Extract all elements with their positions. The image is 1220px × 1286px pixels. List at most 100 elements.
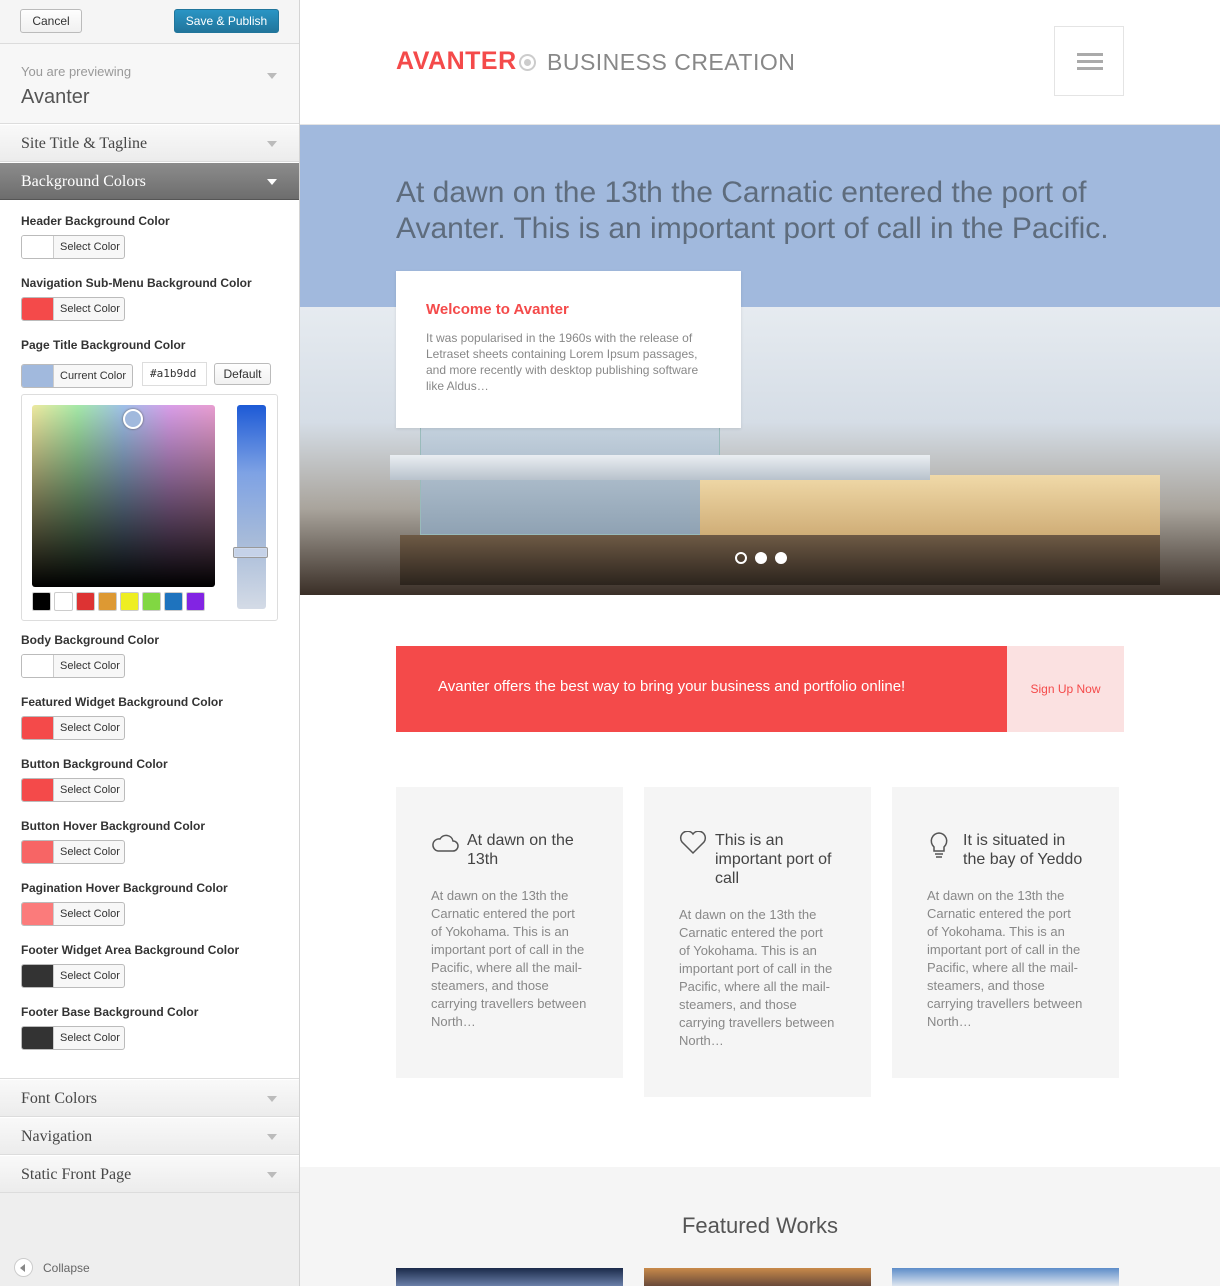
hamburger-icon [1077, 53, 1103, 56]
select-color-button[interactable]: Select Color [21, 1026, 125, 1050]
select-color-label: Select Color [60, 846, 120, 858]
footer-widget-bg-color-control: Footer Widget Area Background Color Sele… [21, 943, 239, 988]
control-label: Pagination Hover Background Color [21, 881, 228, 895]
button-bg-color-control: Button Background Color Select Color [21, 757, 168, 802]
slider-pagination [735, 552, 787, 564]
slider-dot[interactable] [735, 552, 747, 564]
body-bg-color-control: Body Background Color Select Color [21, 633, 159, 678]
lightbulb-icon [930, 832, 948, 858]
collapse-arrow-icon [14, 1258, 33, 1277]
slider-dot[interactable] [755, 552, 767, 564]
cancel-button[interactable]: Cancel [20, 9, 82, 33]
select-color-label: Select Color [60, 784, 120, 796]
hamburger-icon [1077, 67, 1103, 70]
select-color-label: Select Color [60, 908, 120, 920]
feature-text: At dawn on the 13th the Carnatic entered… [679, 907, 835, 1048]
slider-dot[interactable] [775, 552, 787, 564]
feature-title: It is situated in the bay of Yeddo [927, 831, 1084, 869]
palette-swatch[interactable] [120, 592, 139, 611]
feature-title: This is an important port of call [679, 831, 836, 888]
saturation-square[interactable] [32, 405, 215, 587]
nav-submenu-bg-color-control: Navigation Sub-Menu Background Color Sel… [21, 276, 252, 321]
work-thumbnail[interactable] [892, 1268, 1119, 1286]
cloud-icon [432, 834, 459, 852]
section-label: Site Title & Tagline [21, 135, 148, 152]
work-thumbnail[interactable] [396, 1268, 623, 1286]
hex-color-input[interactable]: #a1b9dd [142, 361, 207, 386]
site-header: AVANTER BUSINESS CREATION [300, 0, 1220, 125]
cta-text: Avanter offers the best way to bring you… [438, 678, 906, 695]
feature-title: At dawn on the 13th [431, 831, 588, 869]
save-publish-button[interactable]: Save & Publish [174, 9, 279, 33]
customizer-sidebar: Cancel Save & Publish You are previewing… [0, 0, 300, 1286]
site-logo[interactable]: AVANTER [396, 47, 517, 76]
current-color-label: Current Color [60, 370, 127, 382]
section-static-front-page[interactable]: Static Front Page [0, 1155, 299, 1193]
select-color-button[interactable]: Select Color [21, 654, 125, 678]
palette-swatch[interactable] [164, 592, 183, 611]
heart-icon [679, 831, 707, 855]
control-label: Button Hover Background Color [21, 819, 206, 833]
section-navigation[interactable]: Navigation [0, 1117, 299, 1155]
chevron-down-icon [267, 1172, 277, 1178]
palette-swatch[interactable] [32, 592, 51, 611]
pagination-hover-bg-color-control: Pagination Hover Background Color Select… [21, 881, 228, 926]
featured-works-title: Featured Works [681, 1213, 839, 1238]
color-swatch [22, 779, 54, 801]
feature-text: At dawn on the 13th the Carnatic entered… [431, 888, 587, 1029]
default-color-button[interactable]: Default [214, 362, 271, 385]
welcome-title: Welcome to Avanter [426, 301, 569, 318]
feature-text: At dawn on the 13th the Carnatic entered… [927, 888, 1083, 1029]
feature-card: It is situated in the bay of Yeddo At da… [892, 787, 1119, 1078]
color-picker-handle[interactable] [123, 409, 143, 429]
hue-slider-handle[interactable] [233, 547, 268, 558]
control-label: Footer Base Background Color [21, 1005, 199, 1019]
section-site-title[interactable]: Site Title & Tagline [0, 124, 299, 162]
select-color-button[interactable]: Select Color [21, 902, 125, 926]
work-thumbnail[interactable] [644, 1268, 871, 1286]
select-color-label: Select Color [60, 660, 120, 672]
collapse-label: Collapse [43, 1260, 90, 1275]
color-picker [21, 394, 278, 621]
control-label: Featured Widget Background Color [21, 695, 223, 709]
page-title-bg-color-control: Page Title Background Color Current Colo… [21, 338, 271, 388]
select-color-label: Select Color [60, 303, 120, 315]
collapse-button[interactable]: Collapse [14, 1258, 90, 1277]
welcome-box: Welcome to Avanter It was popularised in… [396, 271, 741, 428]
palette-swatch[interactable] [142, 592, 161, 611]
chevron-down-icon [267, 141, 277, 147]
select-color-label: Select Color [60, 241, 120, 253]
logo-divider-icon [519, 54, 536, 71]
palette-swatch[interactable] [76, 592, 95, 611]
select-color-button[interactable]: Select Color [21, 964, 125, 988]
control-label: Button Background Color [21, 757, 168, 771]
select-color-button[interactable]: Select Color [21, 297, 125, 321]
select-color-button[interactable]: Select Color [21, 716, 125, 740]
theme-name: Avanter [21, 86, 90, 108]
menu-toggle-button[interactable] [1054, 26, 1124, 96]
control-label: Page Title Background Color [21, 338, 186, 352]
button-hover-bg-color-control: Button Hover Background Color Select Col… [21, 819, 205, 864]
select-color-button[interactable]: Select Color [21, 840, 125, 864]
current-color-button[interactable]: Current Color [21, 364, 133, 388]
select-color-button[interactable]: Select Color [21, 235, 125, 259]
welcome-text: It was popularised in the 1960s with the… [426, 331, 699, 393]
palette-swatch[interactable] [54, 592, 73, 611]
chevron-down-icon [267, 1096, 277, 1102]
chevron-down-icon [267, 179, 277, 185]
hue-strip[interactable] [237, 405, 266, 609]
section-label: Font Colors [21, 1090, 98, 1107]
section-font-colors[interactable]: Font Colors [0, 1079, 299, 1117]
cta-banner: Avanter offers the best way to bring you… [396, 646, 1124, 732]
section-label: Static Front Page [21, 1166, 132, 1183]
theme-preview-info[interactable]: You are previewing Avanter [0, 44, 299, 124]
select-color-button[interactable]: Select Color [21, 778, 125, 802]
color-swatch [22, 1027, 54, 1049]
palette-swatch[interactable] [186, 592, 205, 611]
hero-heading: At dawn on the 13th the Carnatic entered… [396, 176, 1109, 245]
section-background-colors[interactable]: Background Colors [0, 162, 299, 200]
hero-slider: At dawn on the 13th the Carnatic entered… [300, 125, 1220, 595]
chevron-down-icon [267, 73, 277, 79]
palette-swatch[interactable] [98, 592, 117, 611]
sign-up-button[interactable]: Sign Up Now [1007, 646, 1124, 732]
